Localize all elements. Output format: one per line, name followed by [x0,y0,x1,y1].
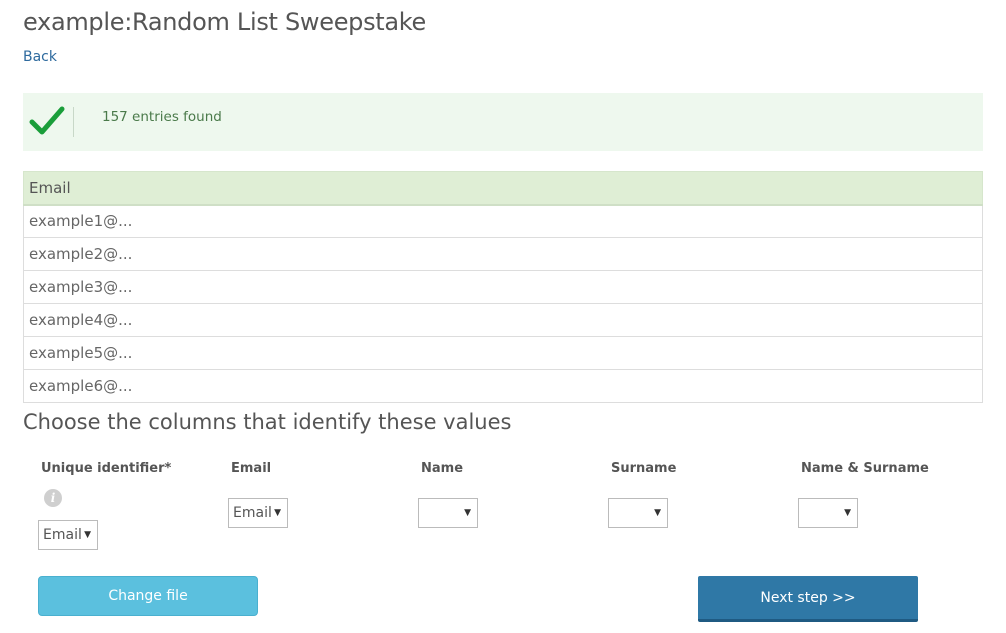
surname-select[interactable]: ▼ [608,498,668,528]
table-row: example1@... [23,204,983,238]
table-row: example5@... [23,336,983,370]
name-surname-column-label: Name & Surname [801,461,929,476]
column-email: Email Email ▼ [228,461,288,528]
table-header-email: Email [23,171,983,206]
column-surname: Surname ▼ [608,461,677,528]
page-title: example:Random List Sweepstake [23,8,427,36]
success-alert: 157 entries found [23,93,983,151]
unique-identifier-select[interactable]: Email ▼ [38,520,98,550]
table-cell: example5@... [23,336,983,370]
column-name-surname: Name & Surname ▼ [798,461,929,528]
chevron-down-icon: ▼ [654,508,661,518]
next-step-button[interactable]: Next step >> [698,576,918,622]
name-surname-select[interactable]: ▼ [798,498,858,528]
change-file-button[interactable]: Change file [38,576,258,616]
column-unique-identifier: Unique identifier* i Email ▼ [38,461,172,550]
chevron-down-icon: ▼ [844,508,851,518]
entries-table: Email example1@... example2@... example3… [23,171,983,403]
info-icon[interactable]: i [44,489,62,507]
table-cell: example3@... [23,270,983,304]
email-select[interactable]: Email ▼ [228,498,288,528]
table-cell: example4@... [23,303,983,337]
email-column-label: Email [231,461,272,476]
entries-found-message: 157 entries found [102,109,222,125]
mapping-title: Choose the columns that identify these v… [23,410,512,434]
column-name: Name ▼ [418,461,478,528]
check-icon [29,106,65,135]
alert-divider [73,107,74,137]
table-cell: example6@... [23,369,983,403]
table-row: example4@... [23,303,983,337]
name-column-label: Name [421,461,464,476]
table-cell: example1@... [23,204,983,238]
email-select-value: Email [233,505,272,521]
table-row: example6@... [23,369,983,403]
chevron-down-icon: ▼ [464,508,471,518]
back-link[interactable]: Back [23,49,57,65]
table-row: example2@... [23,237,983,271]
table-row: example3@... [23,270,983,304]
chevron-down-icon: ▼ [274,508,281,518]
surname-column-label: Surname [611,461,677,476]
table-cell: example2@... [23,237,983,271]
unique-identifier-label: Unique identifier* [41,461,172,476]
chevron-down-icon: ▼ [84,530,91,540]
unique-identifier-select-value: Email [43,527,82,543]
name-select[interactable]: ▼ [418,498,478,528]
